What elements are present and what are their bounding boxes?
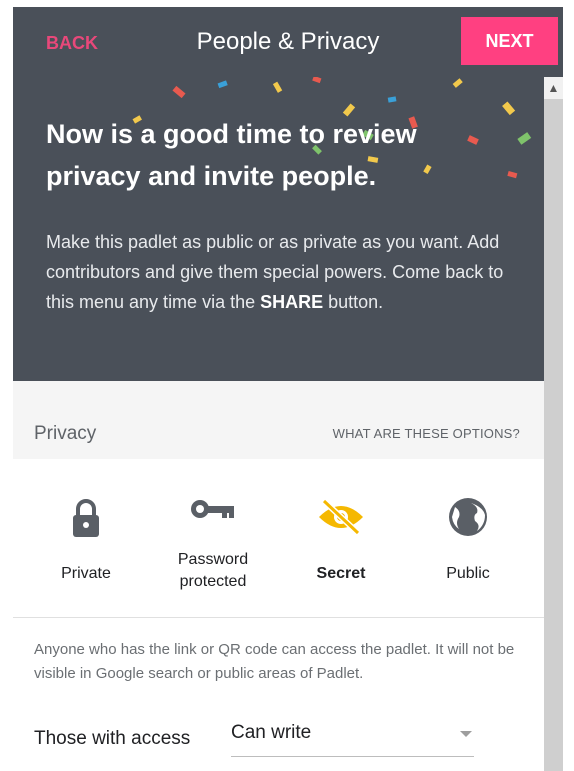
top-bar: BACK People & Privacy NEXT	[13, 7, 563, 77]
intro-body: Make this padlet as public or as private…	[46, 232, 504, 312]
privacy-option-private[interactable]: Private	[26, 459, 146, 617]
option-label: Private	[61, 565, 111, 582]
privacy-option-password[interactable]: Password protected	[153, 459, 273, 617]
privacy-options: Private Password protected Secret Public	[13, 459, 544, 618]
privacy-label: Privacy	[34, 423, 97, 444]
privacy-description: Anyone who has the link or QR code can a…	[34, 641, 515, 682]
intro-heading: Now is a good time to review privacy and…	[46, 119, 417, 191]
globe-icon	[449, 498, 487, 536]
next-button[interactable]: NEXT	[461, 17, 558, 65]
privacy-option-secret[interactable]: Secret	[281, 459, 401, 617]
intro-panel: Now is a good time to review privacy and…	[13, 77, 544, 381]
option-label: Public	[446, 565, 490, 582]
scroll-up-arrow-icon[interactable]: ▲	[544, 77, 563, 99]
what-are-these-options-link[interactable]: WHAT ARE THESE OPTIONS?	[333, 426, 520, 441]
option-label: Secret	[316, 565, 366, 582]
access-label: Those with access	[34, 728, 191, 749]
option-label: Password protected	[177, 551, 249, 590]
access-level-select[interactable]: Can write	[231, 716, 474, 757]
privacy-option-public[interactable]: Public	[408, 459, 528, 617]
dropdown-caret-icon	[460, 731, 472, 737]
scrollbar[interactable]	[544, 77, 563, 771]
access-level-value: Can write	[231, 722, 312, 743]
privacy-section-header: Privacy WHAT ARE THESE OPTIONS?	[13, 381, 544, 459]
lock-icon	[73, 499, 99, 537]
eye-off-icon	[319, 498, 363, 536]
key-icon	[191, 500, 234, 518]
